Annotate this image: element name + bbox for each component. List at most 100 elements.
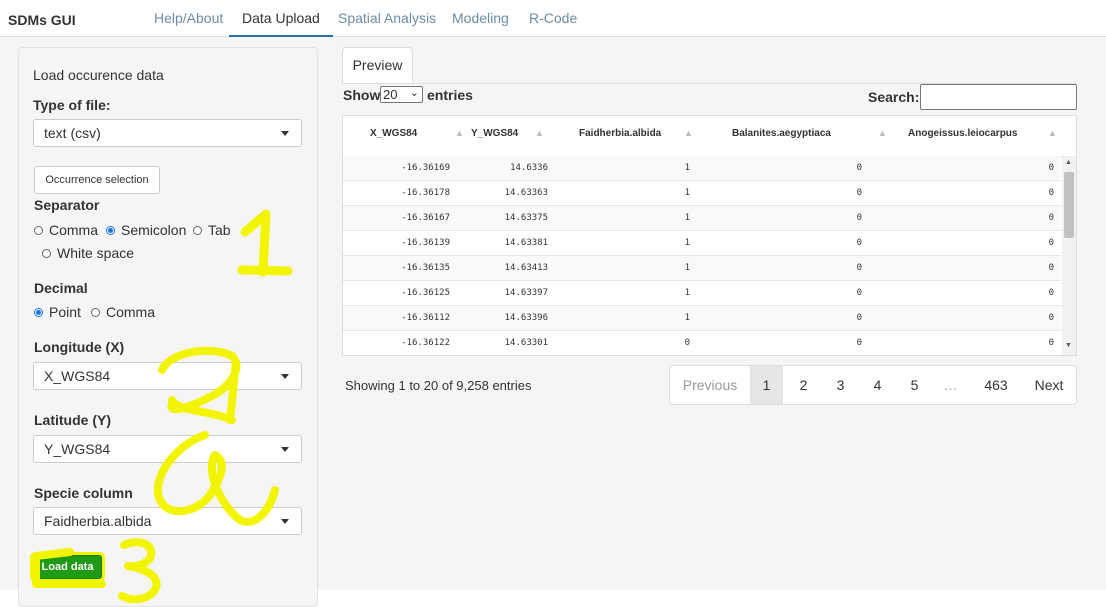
column-header-anogeissus[interactable]: Anogeissus.leiocarpus — [908, 128, 1017, 139]
column-header-y-wgs84[interactable]: Y_WGS84 — [471, 128, 518, 139]
pagination-page[interactable]: 5 — [898, 366, 931, 404]
navbar: SDMs GUI Help/About Data Upload Spatial … — [0, 0, 1106, 37]
radio-label: Comma — [49, 222, 99, 238]
table-cell: 0 — [856, 163, 862, 173]
data-table: X_WGS84 ▲ Y_WGS84 ▲ Faidherbia.albida ▲ … — [342, 115, 1077, 356]
page-length-select[interactable]: 20 ⌄ — [380, 86, 423, 103]
table-cell: 0 — [856, 263, 862, 273]
table-cell: 0 — [1048, 313, 1054, 323]
table-row[interactable]: -16.36178 14.63363 1 0 0 — [343, 181, 1061, 206]
table-cell: 0 — [1048, 338, 1054, 348]
chevron-down-icon — [281, 131, 289, 136]
tab-preview[interactable]: Preview — [342, 47, 413, 83]
radio-label: Point — [49, 304, 81, 320]
scroll-down-icon[interactable]: ▼ — [1065, 342, 1072, 349]
load-data-button[interactable]: Load data — [33, 555, 102, 579]
longitude-value: X_WGS84 — [44, 368, 111, 384]
separator-tab-radio[interactable]: Tab — [193, 222, 231, 238]
table-cell: 0 — [1048, 263, 1054, 273]
occurrence-selection-button[interactable]: Occurrence selection — [34, 166, 160, 194]
longitude-select[interactable]: X_WGS84 — [33, 362, 302, 390]
table-scrollbar-thumb[interactable] — [1064, 172, 1074, 238]
specie-column-value: Faidherbia.albida — [44, 513, 152, 529]
radio-icon — [42, 248, 51, 258]
table-cell: -16.36125 — [401, 288, 450, 298]
radio-label: Semicolon — [121, 222, 187, 238]
table-cell: -16.36169 — [401, 163, 450, 173]
separator-comma-radio[interactable]: Comma — [34, 222, 98, 238]
tab-data-upload[interactable]: Data Upload — [229, 0, 333, 37]
table-cell: 0 — [856, 238, 862, 248]
type-of-file-value: text (csv) — [44, 125, 101, 141]
latitude-value: Y_WGS84 — [44, 441, 111, 457]
table-info: Showing 1 to 20 of 9,258 entries — [345, 378, 532, 393]
pagination: Previous 1 2 3 4 5 … 463 Next — [669, 365, 1077, 405]
tab-spatial-analysis[interactable]: Spatial Analysis — [338, 10, 436, 26]
table-cell: 1 — [684, 263, 690, 273]
column-header-x-wgs84[interactable]: X_WGS84 — [370, 128, 417, 139]
chevron-down-icon: ⌄ — [409, 87, 419, 99]
table-cell: 0 — [1048, 238, 1054, 248]
decimal-label: Decimal — [34, 280, 88, 296]
table-cell: 0 — [856, 338, 862, 348]
separator-semicolon-radio[interactable]: Semicolon — [106, 222, 186, 238]
decimal-point-radio[interactable]: Point — [34, 304, 81, 320]
decimal-comma-radio[interactable]: Comma — [91, 304, 155, 320]
table-cell: 0 — [856, 188, 862, 198]
table-cell: 0 — [684, 338, 690, 348]
pagination-next[interactable]: Next — [1026, 366, 1072, 404]
table-cell: 0 — [856, 288, 862, 298]
table-cell: 14.63381 — [504, 238, 548, 248]
table-row[interactable]: -16.36112 14.63396 1 0 0 — [343, 306, 1061, 331]
table-cell: 14.63413 — [504, 263, 548, 273]
table-row[interactable]: -16.36122 14.63301 0 0 0 — [343, 331, 1061, 355]
table-cell: -16.36135 — [401, 263, 450, 273]
latitude-select[interactable]: Y_WGS84 — [33, 435, 302, 463]
table-cell: -16.36112 — [401, 313, 450, 323]
table-cell: 1 — [684, 213, 690, 223]
separator-whitespace-radio[interactable]: White space — [42, 245, 134, 261]
pagination-page[interactable]: 3 — [824, 366, 857, 404]
table-cell: -16.36139 — [401, 238, 450, 248]
entries-label: entries — [427, 87, 473, 103]
chevron-down-icon — [281, 374, 289, 379]
tab-modeling[interactable]: Modeling — [452, 10, 509, 26]
column-header-faidherbia[interactable]: Faidherbia.albida — [579, 128, 661, 139]
sort-icon: ▲ — [1048, 128, 1057, 138]
column-header-balanites[interactable]: Balanites.aegyptiaca — [732, 128, 831, 139]
sort-icon: ▲ — [684, 128, 693, 138]
table-cell: 14.63301 — [504, 338, 548, 348]
tab-help-about[interactable]: Help/About — [154, 10, 223, 26]
pagination-previous[interactable]: Previous — [670, 366, 750, 404]
specie-column-select[interactable]: Faidherbia.albida — [33, 507, 302, 535]
table-cell: 1 — [684, 238, 690, 248]
pagination-page[interactable]: 1 — [750, 366, 783, 404]
sort-icon: ▲ — [878, 128, 887, 138]
tab-r-code[interactable]: R-Code — [529, 10, 577, 26]
pagination-page[interactable]: 4 — [861, 366, 894, 404]
table-row[interactable]: -16.36169 14.6336 1 0 0 — [343, 156, 1061, 181]
table-cell: 1 — [684, 163, 690, 173]
page-length-value: 20 — [383, 87, 398, 102]
chevron-down-icon — [281, 519, 289, 524]
pagination-page[interactable]: 2 — [787, 366, 820, 404]
pagination-page[interactable]: 463 — [976, 366, 1016, 404]
table-cell: 14.63375 — [504, 213, 548, 223]
table-cell: 14.63363 — [504, 188, 548, 198]
search-input[interactable] — [920, 84, 1077, 110]
table-cell: 0 — [856, 313, 862, 323]
table-row[interactable]: -16.36139 14.63381 1 0 0 — [343, 231, 1061, 256]
table-row[interactable]: -16.36135 14.63413 1 0 0 — [343, 256, 1061, 281]
table-cell: 14.6336 — [510, 163, 548, 173]
type-of-file-select[interactable]: text (csv) — [33, 119, 302, 147]
table-cell: 14.63396 — [504, 313, 548, 323]
sidebar-title: Load occurence data — [33, 67, 164, 83]
table-cell: 1 — [684, 313, 690, 323]
radio-selected-icon — [106, 225, 115, 235]
scroll-up-icon[interactable]: ▲ — [1065, 159, 1072, 166]
table-row[interactable]: -16.36167 14.63375 1 0 0 — [343, 206, 1061, 231]
table-cell: 1 — [684, 188, 690, 198]
table-row[interactable]: -16.36125 14.63397 1 0 0 — [343, 281, 1061, 306]
latitude-label: Latitude (Y) — [34, 412, 111, 428]
chevron-down-icon — [281, 447, 289, 452]
